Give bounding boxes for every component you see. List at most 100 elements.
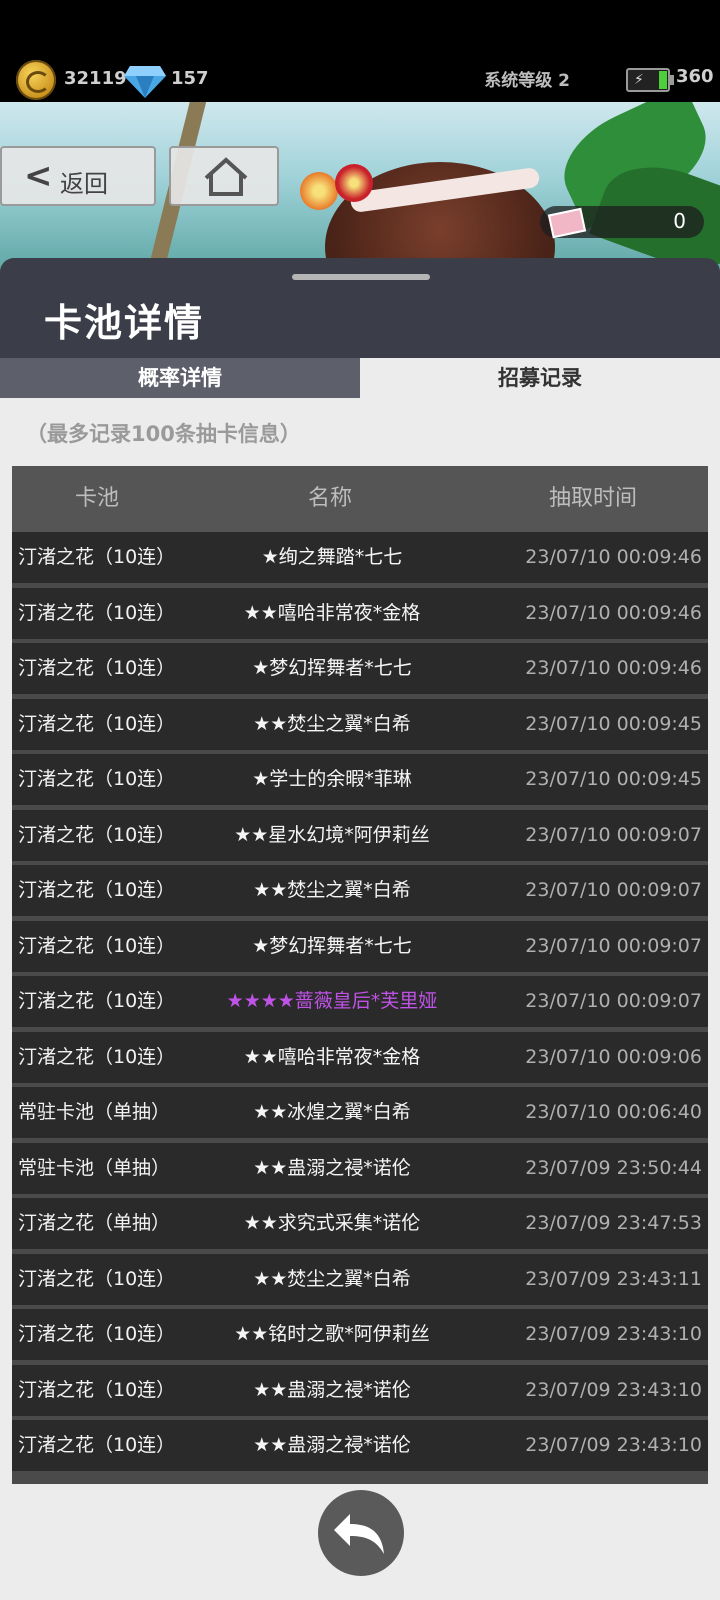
back-button[interactable]: < 返回 [0,146,156,206]
column-header-pool: 卡池 [74,486,119,511]
row-time-cell: 23/07/10 00:09:06 [525,1045,702,1068]
row-name-cell: ★学士的余暇*菲琳 [252,768,412,790]
row-time-cell: 23/07/09 23:43:10 [525,1378,702,1401]
row-pool-cell: 汀渚之花（10连） [18,1434,176,1456]
row-time-cell: 23/07/09 23:47:53 [525,1212,702,1234]
table-row: 汀渚之花（10连） ★★焚尘之翼*白希 23/07/10 00:09:07 [12,865,708,916]
row-pool-cell: 汀渚之花（10连） [18,879,176,901]
row-time-cell: 23/07/10 00:09:46 [525,546,702,568]
table-row: 汀渚之花（10连） ★绚之舞踏*七七 23/07/10 00:09:46 [12,532,708,583]
row-time-cell: 23/07/10 00:09:45 [525,712,702,735]
row-name-cell: ★★求究式采集*诺伦 [243,1212,421,1234]
row-time-cell: 23/07/10 00:09:45 [525,768,702,790]
row-pool-cell: 汀渚之花（10连） [18,657,176,679]
table-row: 汀渚之花（10连） ★★蛊溺之祲*诺伦 23/07/09 23:43:10 [12,1364,708,1416]
resource-bar: 32119 157 系统等级 2 ⚡ 360 [0,0,720,102]
row-pool-cell: 汀渚之花（10连） [18,768,176,790]
table-row: 汀渚之花（10连） ★★铭时之歌*阿伊莉丝 23/07/09 23:43:10 [12,1309,708,1360]
row-pool-cell: 汀渚之花（10连） [18,1378,176,1401]
row-name-cell: ★★焚尘之翼*白希 [253,879,411,901]
row-pool-cell: 汀渚之花（10连） [18,546,176,568]
row-time-cell: 23/07/09 23:43:10 [525,1323,702,1345]
row-pool-cell: 汀渚之花（10连） [18,1323,176,1345]
energy-count: 360 [676,66,714,87]
table-row: 汀渚之花（10连） ★★蛊溺之祲*诺伦 23/07/09 23:43:10 [12,1420,708,1471]
tab-probability[interactable]: 概率详情 [0,358,360,398]
row-pool-cell: 汀渚之花（10连） [18,1045,176,1068]
row-name-cell: ★★蛊溺之祲*诺伦 [253,1156,411,1179]
ticket-icon [547,207,587,239]
table-row: 汀渚之花（10连） ★梦幻挥舞者*七七 23/07/10 00:09:46 [12,643,708,694]
row-name-cell: ★★焚尘之翼*白希 [253,712,411,735]
coin-count: 32119 [64,68,127,89]
row-time-cell: 23/07/10 00:09:46 [525,657,702,679]
row-name-cell: ★★★★蔷薇皇后*芙里娅 [226,990,438,1012]
row-time-cell: 23/07/09 23:43:11 [525,1267,702,1290]
row-time-cell: 23/07/10 00:09:07 [525,823,702,846]
row-name-cell: ★绚之舞踏*七七 [261,546,403,568]
table-body[interactable]: 汀渚之花（10连） ★绚之舞踏*七七 23/07/10 00:09:46 汀渚之花（1… [12,532,708,1476]
table-row: 汀渚之花（10连） ★★嘻哈非常夜*金格 23/07/10 00:09:06 [12,1031,708,1083]
table-row: 汀渚之花（10连） ★★焚尘之翼*白希 23/07/09 23:43:11 [12,1253,708,1305]
table-row: 常驻卡池（单抽） ★★冰煌之翼*白希 23/07/10 00:06:40 [12,1087,708,1138]
row-name-cell: ★★冰煌之翼*白希 [253,1101,411,1123]
system-level: 系统等级 2 [484,71,570,91]
row-name-cell: ★梦幻挥舞者*七七 [252,934,412,957]
home-icon [204,157,248,196]
row-pool-cell: 常驻卡池（单抽） [18,1101,171,1123]
row-pool-cell: 常驻卡池（单抽） [18,1156,171,1179]
row-time-cell: 23/07/09 23:43:10 [525,1434,702,1456]
gem-count: 157 [171,68,209,89]
table-row: 汀渚之花（10连） ★★★★蔷薇皇后*芙里娅 23/07/10 00:09:07 [12,976,708,1027]
row-pool-cell: 汀渚之花（10连） [18,601,176,624]
column-header-name: 名称 [307,486,352,511]
row-name-cell: ★★蛊溺之祲*诺伦 [253,1434,411,1456]
drag-handle[interactable] [292,274,430,280]
flower-decoration [335,164,373,202]
table-row: 汀渚之花（10连） ★梦幻挥舞者*七七 23/07/10 00:09:07 [12,920,708,972]
row-time-cell: 23/07/10 00:09:46 [525,601,702,624]
table-row: 常驻卡池（单抽） ★★蛊溺之祲*诺伦 23/07/09 23:50:44 [12,1142,708,1194]
record-limit-note: （最多记录100条抽卡信息） [26,422,301,446]
record-table: 卡池 名称 抽取时间 汀渚之花（10连） ★绚之舞踏*七七 23/07/10 00:… [12,466,708,1484]
home-button[interactable] [169,146,279,206]
chevron-left-icon: < [24,156,53,196]
tab-records[interactable]: 招募记录 [360,358,720,398]
page-title: 卡池详情 [44,301,205,345]
table-header: 卡池 名称 抽取时间 [12,466,708,532]
row-time-cell: 23/07/10 00:09:07 [525,879,702,901]
row-time-cell: 23/07/10 00:06:40 [525,1101,702,1123]
row-time-cell: 23/07/09 23:50:44 [525,1156,702,1179]
back-label: 返回 [60,170,108,198]
ticket-counter: 0 [540,206,704,239]
column-header-time: 抽取时间 [548,486,637,511]
row-name-cell: ★★星水幻境*阿伊莉丝 [234,823,430,846]
row-name-cell: ★★嘻哈非常夜*金格 [243,1045,421,1068]
table-row: 汀渚之花（单抽） ★★求究式采集*诺伦 23/07/09 23:47:53 [12,1198,708,1249]
gold-coin-icon [16,60,56,100]
row-pool-cell: 汀渚之花（单抽） [18,1212,171,1234]
row-time-cell: 23/07/10 00:09:07 [525,990,702,1012]
row-pool-cell: 汀渚之花（10连） [18,934,176,957]
row-time-cell: 23/07/10 00:09:07 [525,934,702,957]
table-row: 汀渚之花（10连） ★★嘻哈非常夜*金格 23/07/10 00:09:46 [12,587,708,639]
row-pool-cell: 汀渚之花（10连） [18,712,176,735]
row-name-cell: ★★嘻哈非常夜*金格 [243,601,421,624]
table-row: 汀渚之花（10连） ★★焚尘之翼*白希 23/07/10 00:09:45 [12,698,708,750]
flower-decoration [300,172,338,210]
row-name-cell: ★★焚尘之翼*白希 [253,1267,411,1290]
row-pool-cell: 汀渚之花（10连） [18,990,176,1012]
table-row: 汀渚之花（10连） ★学士的余暇*菲琳 23/07/10 00:09:45 [12,754,708,805]
row-name-cell: ★梦幻挥舞者*七七 [252,657,412,679]
panel-header: 卡池详情 [0,258,720,358]
undo-arrow-icon [334,1514,384,1554]
row-name-cell: ★★蛊溺之祲*诺伦 [253,1378,411,1401]
row-name-cell: ★★铭时之歌*阿伊莉丝 [234,1323,430,1345]
row-pool-cell: 汀渚之花（10连） [18,1267,176,1290]
row-pool-cell: 汀渚之花（10连） [18,823,176,846]
energy-battery-icon: ⚡ [626,68,674,92]
table-row: 汀渚之花（10连） ★★星水幻境*阿伊莉丝 23/07/10 00:09:07 [12,809,708,861]
diamond-icon [124,66,166,98]
return-button[interactable] [318,1490,404,1576]
ticket-count: 0 [673,209,686,233]
